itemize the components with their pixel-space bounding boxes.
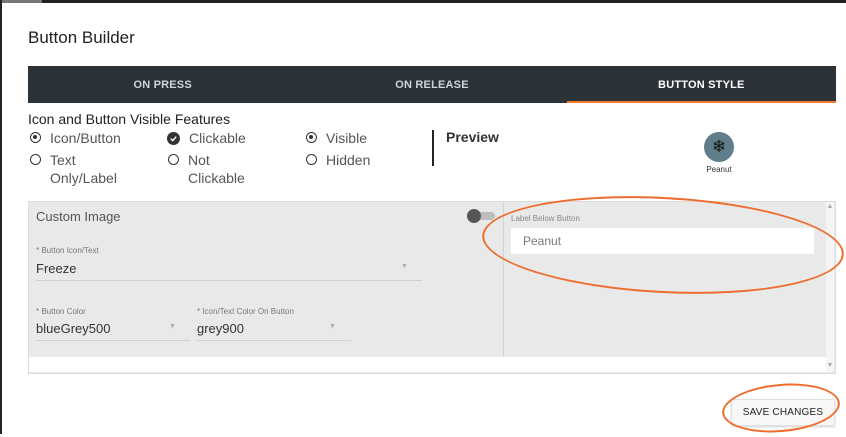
option-hidden[interactable]: Hidden — [306, 151, 370, 169]
option-label: Visible — [326, 130, 367, 146]
window-left-border — [0, 0, 2, 434]
page-title: Button Builder — [28, 28, 135, 47]
preview-label: Preview — [446, 129, 499, 145]
option-text-only-label[interactable]: Text Only/Label — [30, 151, 150, 187]
panel-column-divider — [503, 202, 504, 357]
toggle-knob — [467, 209, 481, 223]
window-top-accent — [0, 0, 42, 3]
tab-on-press[interactable]: ON PRESS — [28, 66, 297, 103]
option-label: Text Only/Label — [50, 152, 117, 186]
select-underline — [197, 340, 351, 341]
custom-image-label: Custom Image — [36, 209, 121, 224]
option-not-clickable[interactable]: Not Clickable — [168, 151, 288, 187]
button-color-select[interactable]: blueGrey500 — [36, 321, 110, 336]
style-settings-panel — [28, 201, 836, 374]
button-color-label: * Button Color — [36, 307, 86, 316]
button-icon-text-label: * Button Icon/Text — [36, 246, 99, 255]
save-changes-button[interactable]: SAVE CHANGES — [731, 399, 835, 426]
label-below-button-label: Label Below Button — [511, 214, 580, 223]
tab-on-release[interactable]: ON RELEASE — [297, 66, 566, 103]
radio-unselected-icon — [168, 154, 179, 165]
checkmark-icon — [167, 132, 180, 145]
button-icon-text-select[interactable]: Freeze — [36, 261, 76, 276]
features-title: Icon and Button Visible Features — [28, 111, 231, 127]
chevron-down-icon[interactable]: ▼ — [401, 263, 408, 270]
option-visible[interactable]: Visible — [306, 129, 367, 147]
custom-image-toggle[interactable] — [467, 209, 495, 223]
radio-selected-icon — [306, 132, 317, 143]
tab-button-style[interactable]: BUTTON STYLE — [566, 66, 837, 103]
option-icon-button[interactable]: Icon/Button — [30, 129, 121, 147]
scroll-up-arrow-icon[interactable]: ▲ — [826, 203, 834, 211]
scroll-down-arrow-icon[interactable]: ▼ — [826, 362, 834, 370]
select-underline — [36, 340, 190, 341]
chevron-down-icon[interactable]: ▼ — [169, 323, 176, 330]
panel-bottom-strip — [29, 357, 834, 372]
tab-bar: ON PRESS ON RELEASE BUTTON STYLE — [28, 66, 837, 103]
preview-divider — [432, 130, 434, 166]
chevron-down-icon[interactable]: ▼ — [329, 323, 336, 330]
option-label: Not Clickable — [188, 152, 245, 186]
preview-caption: Peanut — [706, 165, 732, 174]
option-label: Icon/Button — [50, 130, 121, 146]
select-underline — [36, 280, 422, 281]
option-clickable[interactable]: Clickable — [167, 129, 246, 147]
radio-unselected-icon — [306, 154, 317, 165]
preview-button: ❄ — [704, 132, 734, 162]
radio-unselected-icon — [30, 154, 41, 165]
panel-scrollbar[interactable] — [826, 202, 834, 372]
radio-selected-icon — [30, 132, 41, 143]
snowflake-icon: ❄ — [711, 137, 727, 156]
icon-text-color-label: * Icon/Text Color On Button — [197, 307, 294, 316]
option-label: Hidden — [326, 152, 371, 168]
option-label: Clickable — [189, 130, 246, 146]
label-below-button-input[interactable] — [511, 228, 814, 254]
icon-text-color-select[interactable]: grey900 — [197, 321, 244, 336]
window-top-border — [0, 0, 846, 3]
